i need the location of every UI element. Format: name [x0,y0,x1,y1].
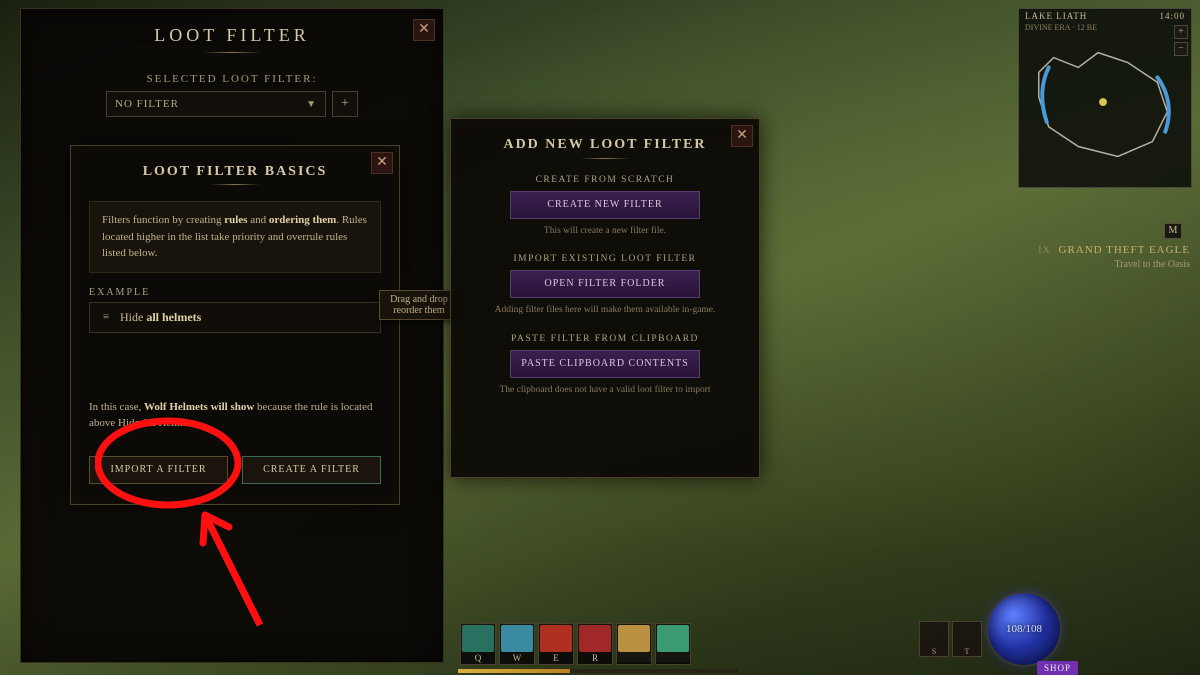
skill-hotkey: Q [461,652,495,664]
skill-slot-4[interactable]: R [577,623,613,665]
create-sub-text: This will create a new filter file. [471,225,739,238]
hp-value: 108/108 [1006,623,1042,635]
close-add-modal-button[interactable]: ✕ [731,125,753,147]
paste-sub-text: The clipboard does not have a valid loot… [471,384,739,397]
minimap-canvas[interactable] [1019,32,1191,180]
xp-bar [458,669,738,673]
add-modal-title: ADD NEW LOOT FILTER [471,137,739,159]
minimap-zoom-in-button[interactable]: + [1174,25,1188,39]
skill-hotkey: E [539,652,573,664]
skill-icon [657,625,689,652]
minimap-time: 14:00 [1159,11,1185,21]
health-globe[interactable]: 108/108 [986,591,1062,667]
open-filter-folder-button[interactable]: OPEN FILTER FOLDER [510,270,700,298]
example-explanation: In this case, Wolf Helmets will show bec… [89,399,381,432]
map-hotkey-badge[interactable]: M [1164,223,1182,239]
add-filter-button[interactable]: + [332,91,358,117]
skill-icon [579,625,611,652]
filter-select-value: NO FILTER [115,98,179,110]
utility-button-t[interactable]: T [952,621,982,657]
example-rule-row[interactable]: ≡ Hide all helmets [89,302,381,333]
filter-select-dropdown[interactable]: NO FILTER ▼ [106,91,326,117]
shop-button[interactable]: SHOP [1037,661,1078,675]
rule-text: Hide all helmets [120,310,201,325]
basics-title: LOOT FILTER BASICS [89,164,381,191]
close-basics-button[interactable]: ✕ [371,152,393,174]
minimap[interactable]: LAKE LIATH 14:00 DIVINE ERA · 12 BE + − [1018,8,1192,188]
skill-slot-6[interactable] [655,623,691,665]
create-from-scratch-label: CREATE FROM SCRATCH [471,175,739,185]
minimap-zoom-out-button[interactable]: − [1174,42,1188,56]
minimap-zone: LAKE LIATH [1025,11,1087,21]
skill-slot-5[interactable] [616,623,652,665]
loot-filter-basics-panel: ✕ LOOT FILTER BASICS Filters function by… [70,145,400,505]
basics-info-text: Filters function by creating rules and o… [89,201,381,273]
skill-icon [462,625,494,652]
skill-slot-2[interactable]: W [499,623,535,665]
import-filter-button[interactable]: IMPORT A FILTER [89,456,228,484]
skill-slot-3[interactable]: E [538,623,574,665]
skill-icon [618,625,650,652]
skill-icon [540,625,572,652]
drag-tooltip: Drag and drop reorder them [379,290,459,320]
skill-slot-1[interactable]: Q [460,623,496,665]
quest-objective: Travel to the Oasis [1038,259,1190,270]
skill-hotkey: W [500,652,534,664]
create-new-filter-button[interactable]: CREATE NEW FILTER [510,191,700,219]
utility-button-s[interactable]: S [919,621,949,657]
skill-bar: QWER [460,623,691,665]
quest-number: IX [1038,245,1051,256]
paste-clipboard-button[interactable]: PASTE CLIPBOARD CONTENTS [510,350,700,378]
paste-from-clipboard-label: PASTE FILTER FROM CLIPBOARD [471,334,739,344]
import-existing-label: IMPORT EXISTING LOOT FILTER [471,254,739,264]
loot-filter-title: LOOT FILTER [21,9,443,61]
skill-hotkey: R [578,652,612,664]
utility-buttons: ST [919,621,982,657]
quest-tracker[interactable]: IX GRAND THEFT EAGLE Travel to the Oasis [1038,244,1190,270]
selected-filter-label: SELECTED LOOT FILTER: [21,73,443,85]
skill-icon [501,625,533,652]
chevron-down-icon: ▼ [306,99,317,110]
minimap-era: DIVINE ERA · 12 BE [1019,23,1191,32]
example-label: EXAMPLE [89,287,381,298]
quest-title-text: GRAND THEFT EAGLE [1059,244,1190,256]
drag-handle-icon[interactable]: ≡ [100,311,112,323]
add-new-loot-filter-modal: ✕ ADD NEW LOOT FILTER CREATE FROM SCRATC… [450,118,760,478]
create-filter-button[interactable]: CREATE A FILTER [242,456,381,484]
xp-bar-fill [458,669,570,673]
skill-hotkey [656,662,690,664]
open-sub-text: Adding filter files here will make them … [471,304,739,317]
skill-hotkey [617,662,651,664]
